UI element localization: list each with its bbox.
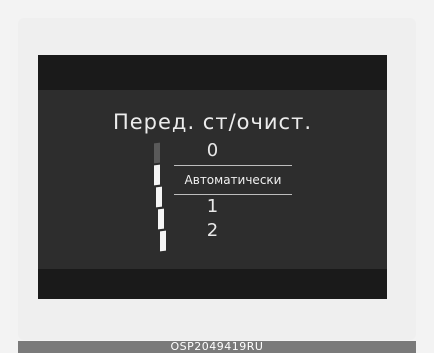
figure-code-caption: OSP2049419RU — [18, 341, 416, 353]
menu-option-0[interactable]: 0 — [38, 140, 387, 161]
menu-option-1[interactable]: 1 — [38, 196, 387, 217]
menu-option-2[interactable]: 2 — [38, 220, 387, 241]
level-segment-4 — [154, 164, 160, 186]
display-bottom-bar — [38, 269, 387, 299]
display-top-bar — [38, 55, 387, 90]
menu-option-auto-selected[interactable]: Автоматически — [174, 165, 292, 195]
manual-figure: Перед. ст/очист. 0 Автоматически 1 2 OSP… — [0, 0, 434, 353]
menu-title: Перед. ст/очист. — [112, 110, 313, 134]
cluster-display: Перед. ст/очист. 0 Автоматически 1 2 — [38, 55, 387, 299]
